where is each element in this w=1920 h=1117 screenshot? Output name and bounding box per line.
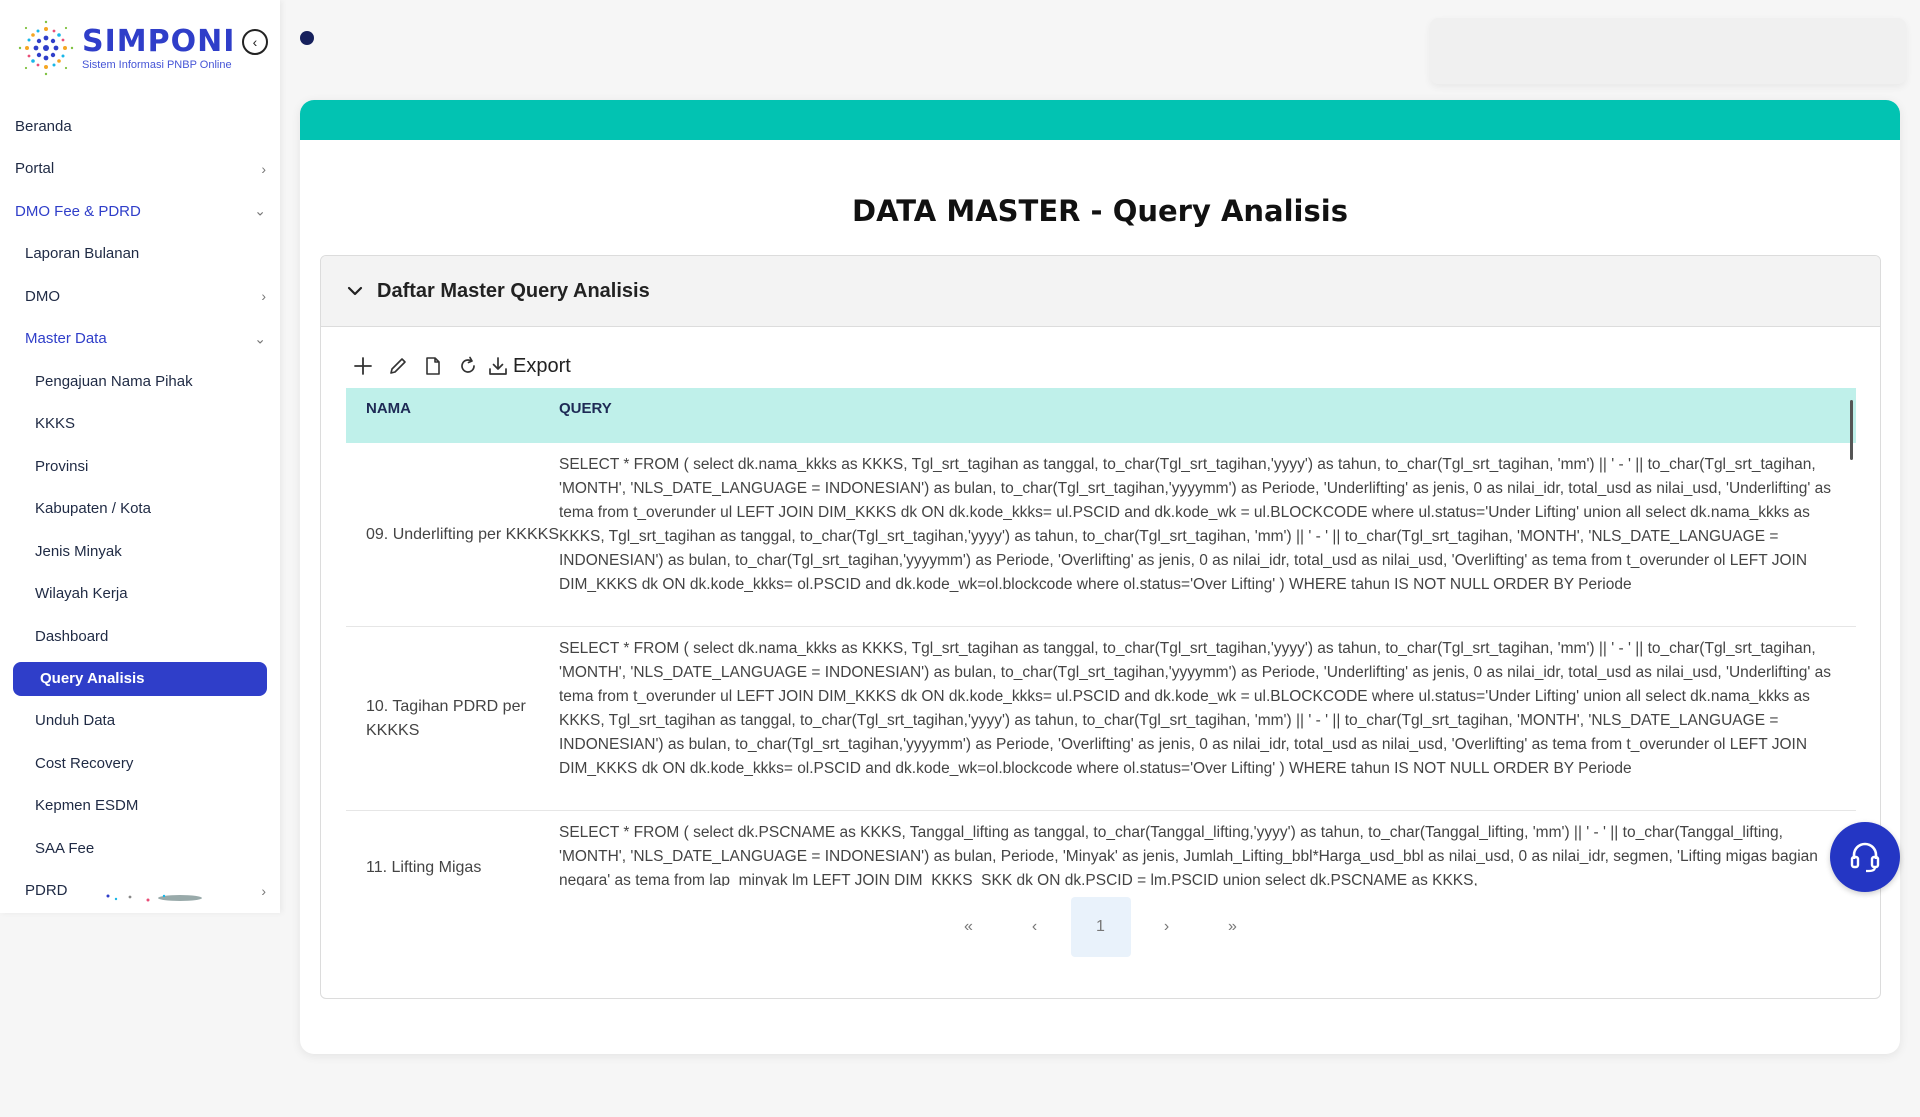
chevron-right-icon: › — [261, 882, 266, 899]
collapse-sidebar-button[interactable]: ‹ — [242, 29, 268, 55]
status-dot — [300, 31, 314, 45]
sidebar-item-pengajuan-nama-pihak[interactable]: Pengajuan Nama Pihak — [0, 360, 280, 403]
cell-nama: 09. Underlifting per KKKKS — [366, 525, 559, 543]
chevron-right-icon: › — [261, 160, 266, 177]
download-icon — [489, 357, 507, 375]
sidebar-item-dashboard[interactable]: Dashboard — [0, 615, 280, 658]
help-support-button[interactable] — [1830, 822, 1900, 892]
sidebar-item-label: Jenis Minyak — [35, 542, 122, 560]
table-toolbar: Export — [345, 351, 571, 381]
cell-nama: 10. Tagihan PDRD per KKKKS — [366, 697, 526, 739]
prev-page-button[interactable]: ‹ — [1005, 897, 1065, 957]
chevron-down-icon: ⌄ — [254, 202, 266, 219]
sidebar-item-label: Laporan Bulanan — [25, 245, 140, 263]
decorative-dots-icon — [106, 894, 202, 902]
table-row[interactable]: 10. Tagihan PDRD per KKKKS SELECT * FROM… — [346, 627, 1856, 811]
panel-header[interactable]: Daftar Master Query Analisis — [321, 256, 1880, 327]
export-button[interactable]: Export — [487, 355, 571, 378]
column-header-query[interactable]: QUERY — [559, 388, 1856, 443]
sidebar-item-jenis-minyak[interactable]: Jenis Minyak — [0, 530, 280, 573]
sidebar-item-label: SAA Fee — [35, 839, 95, 857]
sidebar-item-portal[interactable]: Portal › — [0, 148, 280, 191]
pencil-icon — [389, 358, 406, 374]
main-card: DATA MASTER - Query Analisis Daftar Mast… — [300, 100, 1900, 1054]
brand-title: SIMPONI — [82, 23, 236, 59]
last-page-button[interactable]: » — [1203, 897, 1263, 957]
chevron-left-icon: ‹ — [252, 34, 258, 50]
sidebar-item-label: Portal — [15, 160, 55, 178]
sidebar-item-label: Wilayah Kerja — [35, 585, 128, 603]
sidebar: SIMPONI Sistem Informasi PNBP Online ‹ B… — [0, 0, 280, 913]
page-title: DATA MASTER - Query Analisis — [852, 194, 1348, 228]
cell-query: SELECT * FROM ( select dk.nama_kkks as K… — [559, 640, 1831, 777]
logo[interactable]: SIMPONI Sistem Informasi PNBP Online — [16, 18, 235, 78]
headset-icon — [1850, 842, 1880, 873]
cell-query: SELECT * FROM ( select dk.PSCNAME as KKK… — [559, 824, 1818, 886]
header-band — [300, 100, 1900, 140]
sidebar-item-label: Kepmen ESDM — [35, 797, 139, 815]
brand-subtitle: Sistem Informasi PNBP Online — [82, 58, 232, 71]
sidebar-item-query-analisis[interactable]: Query Analisis — [13, 661, 267, 696]
sidebar-item-wilayah-kerja[interactable]: Wilayah Kerja — [0, 573, 280, 616]
simponi-logo-icon — [16, 18, 76, 78]
query-table: NAMA QUERY 09. Underlifting per KKKKS SE… — [346, 388, 1856, 886]
table-row[interactable]: 09. Underlifting per KKKKS SELECT * FROM… — [346, 443, 1856, 627]
table-scrollbar[interactable] — [1850, 400, 1853, 460]
table-header: NAMA QUERY — [346, 388, 1856, 443]
table-row[interactable]: 11. Lifting Migas SELECT * FROM ( select… — [346, 811, 1856, 886]
chevron-down-icon: ⌄ — [254, 330, 266, 347]
sidebar-item-label: Cost Recovery — [35, 754, 134, 772]
sidebar-item-label: DMO — [25, 287, 60, 305]
sidebar-item-label: Provinsi — [35, 457, 89, 475]
sidebar-item-dmo[interactable]: DMO › — [0, 275, 280, 318]
next-page-button[interactable]: › — [1137, 897, 1197, 957]
edit-button[interactable] — [380, 351, 415, 381]
sidebar-item-label: Unduh Data — [35, 712, 116, 730]
sidebar-item-kabupaten-kota[interactable]: Kabupaten / Kota — [0, 488, 280, 531]
pagination: « ‹ 1 › » — [321, 897, 1880, 957]
query-panel: Daftar Master Query Analisis Export NAMA — [320, 255, 1881, 999]
cell-nama: 11. Lifting Migas — [366, 859, 482, 876]
export-label: Export — [513, 354, 571, 377]
sidebar-item-label: PDRD — [25, 882, 68, 900]
refresh-button[interactable] — [450, 351, 485, 381]
sidebar-item-label: Master Data — [25, 330, 107, 348]
sidebar-item-label: Pengajuan Nama Pihak — [35, 372, 193, 390]
chevron-right-icon: › — [261, 288, 266, 305]
chevron-down-icon[interactable] — [345, 281, 365, 301]
sidebar-item-label: Kabupaten / Kota — [35, 500, 151, 518]
sidebar-item-kkks[interactable]: KKKS — [0, 403, 280, 446]
sidebar-item-unduh-data[interactable]: Unduh Data — [0, 700, 280, 743]
first-page-button[interactable]: « — [939, 897, 999, 957]
header-user-area[interactable] — [1430, 18, 1906, 84]
sidebar-item-provinsi[interactable]: Provinsi — [0, 445, 280, 488]
sidebar-item-label: Beranda — [15, 117, 72, 135]
sidebar-item-label: KKKS — [35, 415, 76, 433]
refresh-icon — [460, 356, 475, 373]
panel-title: Daftar Master Query Analisis — [377, 279, 650, 302]
sidebar-item-label: Dashboard — [35, 627, 109, 645]
view-button[interactable] — [415, 351, 450, 381]
sidebar-item-cost-recovery[interactable]: Cost Recovery — [0, 742, 280, 785]
page-button-current[interactable]: 1 — [1070, 897, 1131, 957]
sidebar-item-beranda[interactable]: Beranda — [0, 105, 280, 148]
sidebar-item-label: Query Analisis — [40, 670, 145, 687]
sidebar-item-master-data[interactable]: Master Data ⌄ — [0, 318, 280, 361]
file-icon — [425, 357, 440, 375]
sidebar-menu: Beranda Portal › DMO Fee & PDRD ⌄ Laporan … — [0, 105, 280, 912]
plus-icon — [353, 357, 372, 375]
cell-query: SELECT * FROM ( select dk.nama_kkks as K… — [559, 456, 1831, 593]
add-button[interactable] — [345, 351, 380, 381]
sidebar-item-dmo-fee-pdrd[interactable]: DMO Fee & PDRD ⌄ — [0, 190, 280, 233]
column-header-nama[interactable]: NAMA — [346, 388, 559, 443]
sidebar-item-laporan-bulanan[interactable]: Laporan Bulanan — [0, 233, 280, 276]
sidebar-item-kepmen-esdm[interactable]: Kepmen ESDM — [0, 785, 280, 828]
sidebar-item-label: DMO Fee & PDRD — [15, 202, 141, 220]
sidebar-item-saa-fee[interactable]: SAA Fee — [0, 827, 280, 870]
